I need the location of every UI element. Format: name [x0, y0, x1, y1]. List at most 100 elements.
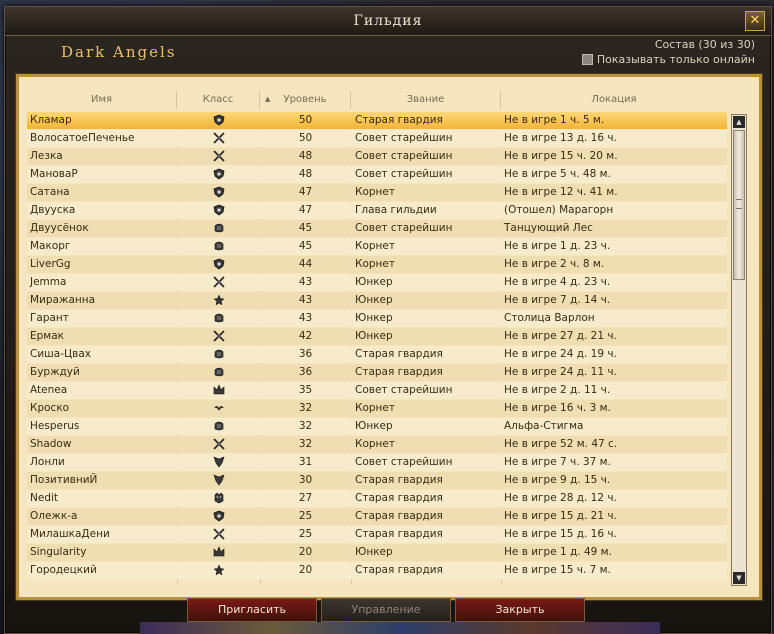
member-level: 47 — [298, 204, 313, 216]
table-row[interactable]: Nedit 27 Старая гвардия Не в игре 28 д. 12 … — [27, 490, 727, 507]
close-button[interactable]: Закрыть — [455, 598, 585, 622]
table-row[interactable]: ВолосатоеПеченье 50 Совет старейшин Не в иг… — [27, 130, 727, 147]
table-row[interactable]: Бурждуй 36 Старая гвардия Не в игре 24 д. 1… — [27, 364, 727, 381]
class-cell — [177, 436, 260, 453]
wings-icon — [213, 456, 224, 468]
member-name: Гарант — [30, 312, 69, 324]
class-cell — [177, 130, 260, 147]
member-location: Не в игре 27 д. 21 ч. — [504, 330, 617, 342]
member-location: Не в игре 52 м. 47 с. — [504, 438, 618, 450]
member-level: 45 — [298, 240, 313, 252]
class-cell — [177, 274, 260, 291]
fist-icon — [214, 421, 223, 431]
column-header-location[interactable]: Локация — [501, 91, 727, 109]
member-rank: Старая гвардия — [355, 348, 443, 360]
member-rank: Совет старейшин — [355, 132, 453, 144]
class-cell — [177, 400, 260, 417]
table-row[interactable]: Лонли 31 Совет старейшин Не в игре 7 ч. 37 … — [27, 454, 727, 471]
column-header-level[interactable]: Уровень — [260, 91, 351, 109]
online-only-checkbox[interactable] — [581, 54, 593, 65]
scrollbar[interactable]: ▲ ▼ — [731, 114, 747, 586]
online-only-toggle[interactable]: Показывать только онлайн — [581, 53, 755, 66]
member-location: Не в игре 4 д. 23 ч. — [504, 276, 611, 288]
member-level: 32 — [298, 420, 313, 432]
table-row[interactable]: Макорг 45 Корнет Не в игре 1 д. 23 ч. — [27, 238, 727, 255]
member-rank: Юнкер — [355, 420, 393, 432]
member-level: 43 — [298, 276, 313, 288]
table-row[interactable]: Двууска 47 Глава гильдии (Отошел) Марагорн — [27, 202, 727, 219]
scroll-down-icon[interactable]: ▼ — [733, 572, 745, 584]
table-row[interactable]: МилашкаДени 25 Старая гвардия Не в игре 15 … — [27, 526, 727, 543]
member-level: 50 — [298, 114, 313, 126]
roster-count: Состав (30 из 30) — [654, 38, 755, 51]
title-bar[interactable]: Гильдия — [5, 7, 771, 36]
invite-button[interactable]: Пригласить — [187, 598, 317, 622]
member-location: (Отошел) Марагорн — [504, 204, 614, 216]
member-name: ПозитивниЙ — [30, 474, 98, 486]
table-row[interactable]: Hesperus 32 Юнкер Альфа-Стигма — [27, 418, 727, 435]
table-row[interactable]: Кламар 50 Старая гвардия Не в игре 1 ч. 5 м… — [27, 112, 727, 129]
member-name: Городецкий — [30, 564, 97, 576]
close-icon[interactable]: ✕ — [745, 11, 765, 31]
table-row[interactable]: Олежк-а 25 Старая гвардия Не в игре 15 д. 2… — [27, 508, 727, 525]
member-level: 32 — [298, 402, 313, 414]
member-rank: Совет старейшин — [355, 222, 453, 234]
table-row[interactable]: Сатана 47 Корнет Не в игре 12 ч. 41 м. — [27, 184, 727, 201]
shield-icon — [213, 168, 224, 180]
member-name: Лонли — [30, 456, 65, 468]
crossed-swords-icon — [212, 132, 225, 144]
table-row[interactable]: Лезка 48 Совет старейшин Не в игре 15 ч. 20… — [27, 148, 727, 165]
member-location: Не в игре 15 ч. 7 м. — [504, 564, 611, 576]
class-cell — [177, 346, 260, 363]
table-row[interactable]: Jemma 43 Юнкер Не в игре 4 д. 23 ч. — [27, 274, 727, 291]
table-row[interactable]: Двуусёнок 45 Совет старейшин Танцующий Лес — [27, 220, 727, 237]
member-location: Не в игре 5 ч. 48 м. — [504, 168, 611, 180]
column-header-class[interactable]: Класс — [177, 91, 260, 109]
member-rank: Совет старейшин — [355, 150, 453, 162]
crossed-swords-icon — [212, 276, 225, 288]
member-level: 27 — [298, 492, 313, 504]
table-row[interactable]: Сиша-Цвах 36 Старая гвардия Не в игре 24 д.… — [27, 346, 727, 363]
table-row[interactable]: Atenea 35 Совет старейшин Не в игре 2 д. 11… — [27, 382, 727, 399]
manage-button[interactable]: Управление — [321, 598, 451, 622]
table-row[interactable]: МановаР 48 Совет старейшин Не в игре 5 ч. 4… — [27, 166, 727, 183]
member-name: МилашкаДени — [30, 528, 110, 540]
table-row[interactable]: Городецкий 20 Старая гвардия Не в игре 15 ч… — [27, 562, 727, 579]
member-name: Singularity — [30, 546, 87, 558]
member-location: Не в игре 1 д. 23 ч. — [504, 240, 611, 252]
table-row[interactable]: LiverGg 44 Корнет Не в игре 2 ч. 8 м. — [27, 256, 727, 273]
table-row[interactable]: Ермак 42 Юнкер Не в игре 27 д. 21 ч. — [27, 328, 727, 345]
table-row[interactable]: Shadow 32 Корнет Не в игре 52 м. 47 с. — [27, 436, 727, 453]
fist-icon — [214, 367, 223, 377]
member-level: 47 — [298, 186, 313, 198]
member-level: 35 — [298, 384, 313, 396]
scroll-up-icon[interactable]: ▲ — [733, 116, 745, 128]
class-cell — [177, 364, 260, 381]
member-rank: Корнет — [355, 186, 395, 198]
member-rank: Юнкер — [355, 294, 393, 306]
member-location: Не в игре 2 ч. 8 м. — [504, 258, 605, 270]
table-header: Имя Класс Уровень Звание Локация — [27, 91, 733, 109]
table-row[interactable]: Гарант 43 Юнкер Столица Варлон — [27, 310, 727, 327]
member-name: ВолосатоеПеченье — [30, 132, 135, 144]
member-location: Не в игре 24 д. 11 ч. — [504, 366, 617, 378]
column-header-name[interactable]: Имя — [27, 91, 177, 109]
member-level: 30 — [298, 474, 313, 486]
crossed-swords-icon — [212, 150, 225, 162]
fist-icon — [214, 223, 223, 233]
scroll-thumb[interactable] — [733, 130, 745, 280]
member-rank: Корнет — [355, 258, 395, 270]
table-row[interactable]: Кроско 32 Корнет Не в игре 16 ч. 3 м. — [27, 400, 727, 417]
member-level: 48 — [298, 150, 313, 162]
member-location: Не в игре 24 д. 19 ч. — [504, 348, 617, 360]
shield-icon — [213, 114, 224, 126]
table-row[interactable]: ПозитивниЙ 30 Старая гвардия Не в игре 9 д.… — [27, 472, 727, 489]
member-rank: Корнет — [355, 402, 395, 414]
table-row[interactable]: Миражанна 43 Юнкер Не в игре 7 д. 14 ч. — [27, 292, 727, 309]
member-name: Олежк-а — [30, 510, 78, 522]
grip-icon — [736, 199, 742, 209]
column-header-rank[interactable]: Звание — [351, 91, 501, 109]
shield-icon — [213, 258, 224, 270]
class-cell — [177, 310, 260, 327]
table-row[interactable]: Singularity 20 Юнкер Не в игре 1 д. 49 м. — [27, 544, 727, 561]
